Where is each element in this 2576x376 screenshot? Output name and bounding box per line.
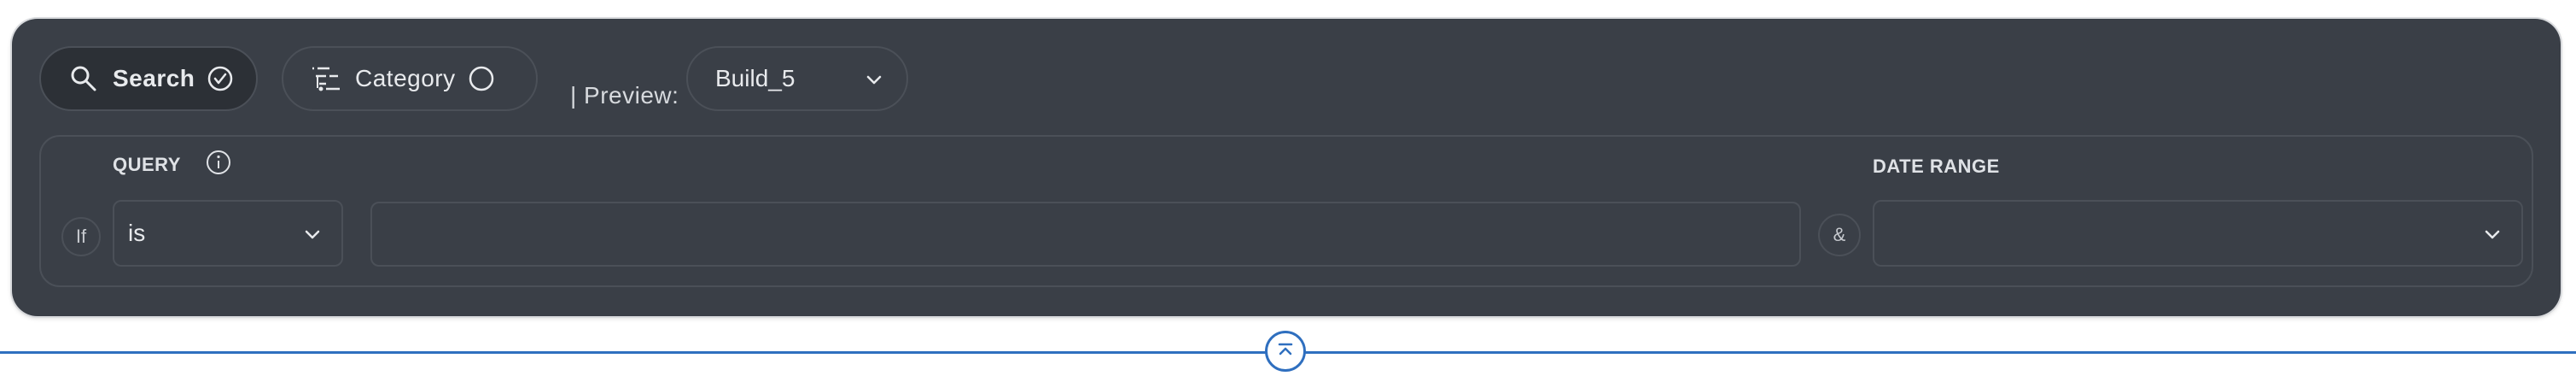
filter-list-icon [309, 62, 343, 96]
collapse-up-icon [1273, 338, 1297, 366]
if-badge: If [61, 217, 101, 256]
preview-label: | Preview: [570, 82, 679, 109]
preview-build-value: Build_5 [715, 65, 796, 91]
query-column-label: QUERY [113, 154, 181, 175]
search-pill-label: Search [113, 65, 195, 91]
query-value-input[interactable] [370, 202, 1801, 267]
date-range-select[interactable] [1873, 200, 2523, 267]
query-operator-select[interactable]: is [113, 200, 343, 267]
chevron-down-icon [2479, 221, 2506, 249]
search-icon [67, 62, 101, 96]
search-pill[interactable]: Search [39, 46, 258, 111]
query-operator-value: is [128, 220, 146, 246]
and-badge: & [1818, 214, 1861, 256]
collapse-button[interactable] [1265, 331, 1306, 372]
date-range-column-label: DATE RANGE [1873, 156, 2000, 177]
preview-build-select[interactable]: Build_5 [686, 46, 908, 111]
category-pill-label: Category [355, 65, 456, 91]
filter-panel: Search Category | Preview: Build_5 QUERY… [12, 19, 2561, 316]
chevron-down-icon [860, 67, 888, 94]
chevron-down-icon [299, 221, 326, 249]
rule-row: QUERY DATE RANGE If is & [39, 135, 2533, 287]
empty-circle-icon [468, 65, 495, 92]
category-pill[interactable]: Category [282, 46, 538, 111]
info-icon[interactable] [205, 149, 232, 176]
check-circle-icon [207, 65, 234, 92]
